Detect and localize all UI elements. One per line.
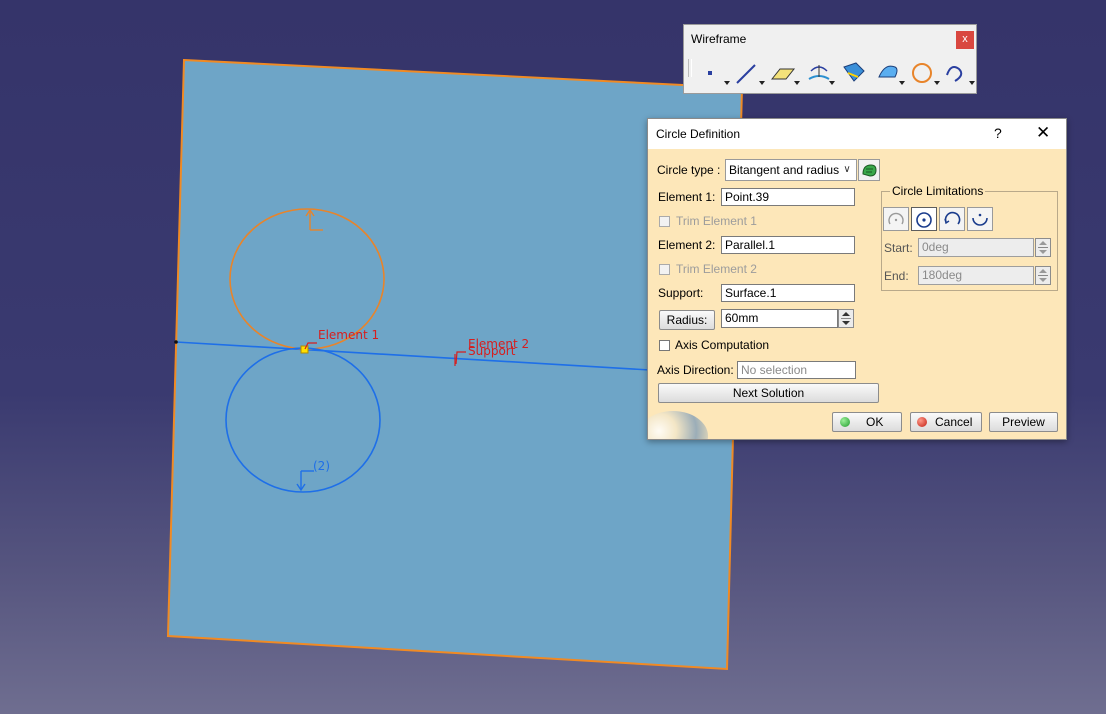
trim-element2-checkbox[interactable] [659, 264, 670, 275]
complementary-circle-icon[interactable] [967, 207, 993, 231]
next-solution-button[interactable]: Next Solution [658, 383, 879, 403]
end-label: End: [884, 269, 909, 283]
toolbar-grip[interactable] [688, 59, 692, 77]
element1-label: Element 1 [318, 328, 380, 342]
line-icon[interactable] [733, 59, 767, 91]
axis-direction-label: Axis Direction: [657, 363, 734, 377]
radius-button[interactable]: Radius: [659, 310, 715, 330]
circle-definition-dialog: Circle Definition ? ✕ Circle type : Bita… [647, 118, 1067, 440]
radius-input[interactable]: 60mm [721, 309, 838, 328]
circle-limitations-title: Circle Limitations [890, 184, 986, 198]
preview-button[interactable]: Preview [989, 412, 1058, 432]
ok-label: OK [866, 415, 884, 429]
spline-icon[interactable] [943, 59, 977, 91]
circle-type-value: Bitangent and radius [729, 163, 840, 177]
cancel-status-icon [917, 417, 927, 427]
chevron-down-icon: ∨ [840, 160, 854, 180]
circle-icon[interactable] [908, 59, 942, 91]
part-circle-reverse-icon[interactable] [939, 207, 965, 231]
catia-logo-icon [648, 401, 708, 439]
trim-element1-label: Trim Element 1 [676, 214, 757, 228]
point-39-marker[interactable] [300, 345, 309, 354]
ok-button[interactable]: OK [832, 412, 902, 432]
axis-direction-input[interactable]: No selection [737, 361, 856, 379]
trim-element1-checkbox[interactable] [659, 216, 670, 227]
support-field-label: Support: [658, 286, 704, 300]
start-label: Start: [884, 241, 913, 255]
element2-input[interactable]: Parallel.1 [721, 236, 855, 254]
start-spinner[interactable] [1035, 238, 1051, 257]
element1-field-label: Element 1: [658, 190, 716, 204]
circle-type-options-button[interactable] [858, 159, 880, 181]
solution-2-label: (2) [313, 459, 330, 473]
polyline-icon[interactable] [873, 59, 907, 91]
toolbar-title: Wireframe [691, 32, 747, 46]
trim-element2-label: Trim Element 2 [676, 262, 757, 276]
cancel-button[interactable]: Cancel [910, 412, 982, 432]
circle-limitations-group: Circle Limitations Start: 0deg End: 180d… [881, 184, 1058, 291]
axis-computation-label: Axis Computation [675, 338, 770, 352]
wireframe-toolbar: Wireframe x [683, 24, 977, 94]
support-input[interactable]: Surface.1 [721, 284, 855, 302]
element1-input[interactable]: Point.39 [721, 188, 855, 206]
element2-field-label: Element 2: [658, 238, 716, 252]
point-icon[interactable] [698, 59, 732, 91]
circle-type-label: Circle type : [657, 163, 721, 177]
intersection-icon[interactable] [838, 59, 872, 91]
dialog-title: Circle Definition [656, 127, 741, 141]
line-end-marker [174, 340, 178, 344]
projection-icon[interactable] [803, 59, 837, 91]
cancel-label: Cancel [935, 415, 973, 429]
toolbar-close-button[interactable]: x [956, 31, 974, 49]
ok-status-icon [840, 417, 850, 427]
end-spinner[interactable] [1035, 266, 1051, 285]
dialog-body: Circle type : Bitangent and radius ∨ Ele… [648, 149, 1066, 439]
part-circle-icon[interactable] [883, 207, 909, 231]
support-label: Support [468, 344, 516, 358]
start-input[interactable]: 0deg [918, 238, 1034, 257]
whole-circle-icon[interactable] [911, 207, 937, 231]
circle-type-select[interactable]: Bitangent and radius ∨ [725, 159, 857, 181]
end-input[interactable]: 180deg [918, 266, 1034, 285]
radius-spinner[interactable] [838, 309, 854, 328]
help-button[interactable]: ? [994, 125, 1002, 141]
close-button[interactable]: ✕ [1036, 123, 1050, 143]
axis-computation-checkbox[interactable] [659, 340, 670, 351]
plane-icon[interactable] [768, 59, 802, 91]
dialog-titlebar[interactable]: Circle Definition ? ✕ [648, 119, 1066, 149]
